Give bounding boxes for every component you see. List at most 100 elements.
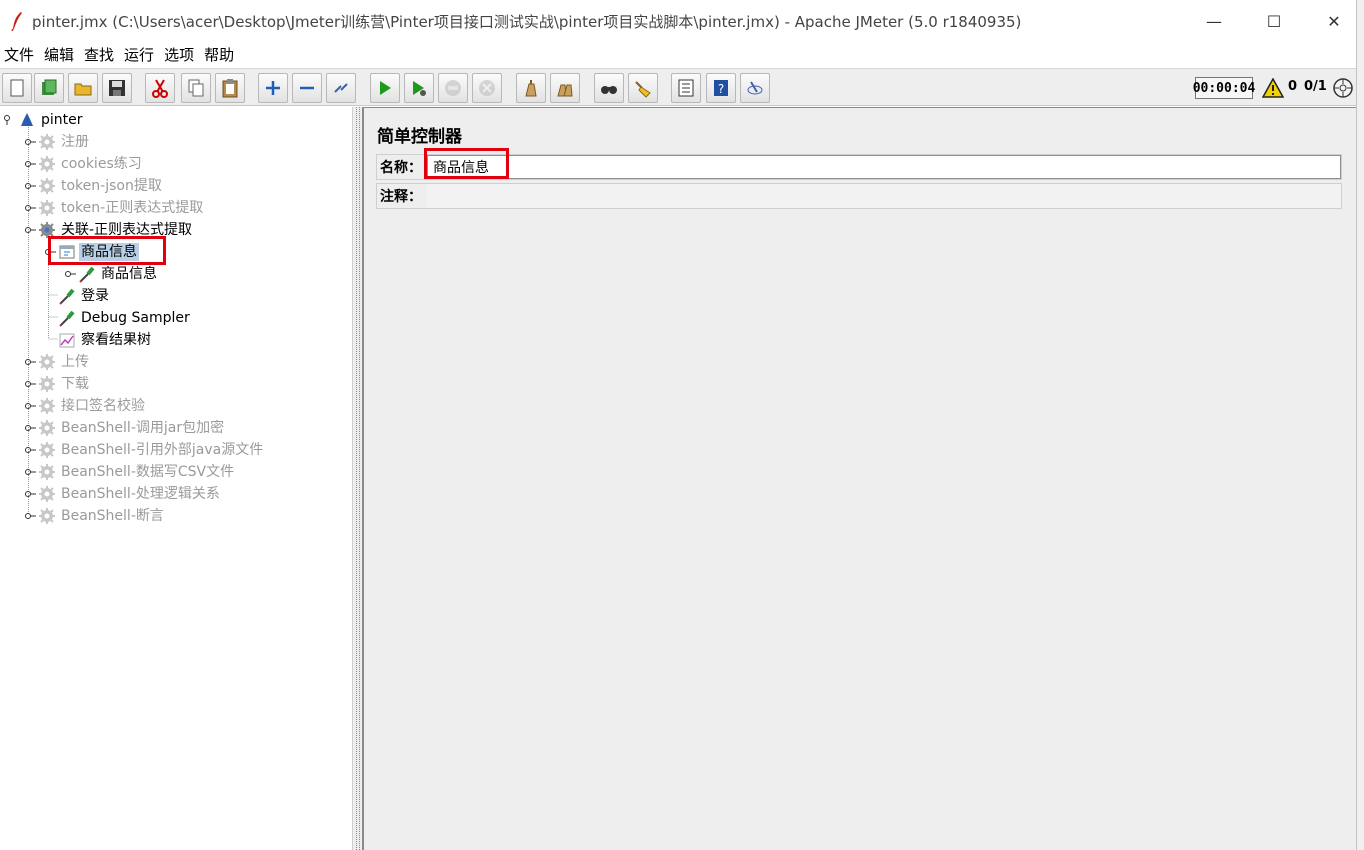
- tree-item[interactable]: cookies练习: [24, 153, 144, 175]
- expand-all-button[interactable]: [258, 73, 288, 103]
- tree-item[interactable]: BeanShell-引用外部java源文件: [24, 439, 265, 461]
- tree-item[interactable]: 商品信息: [44, 241, 139, 263]
- tree-item-label: 关联-正则表达式提取: [61, 222, 193, 238]
- collapsed-handle-icon[interactable]: [24, 467, 38, 477]
- comment-field[interactable]: [427, 184, 1341, 208]
- collapsed-handle-icon[interactable]: [24, 401, 38, 411]
- menu-options[interactable]: 选项: [159, 45, 199, 65]
- clear-all-icon: [557, 84, 573, 97]
- tree-item[interactable]: 登录: [44, 285, 111, 307]
- collapsed-handle-icon[interactable]: [24, 445, 38, 455]
- stop-icon: [445, 80, 461, 96]
- stop-button[interactable]: [438, 73, 468, 103]
- thread-group-icon: [38, 177, 56, 195]
- tree-item-label: token-正则表达式提取: [61, 200, 204, 216]
- clear-all-button[interactable]: [550, 73, 580, 103]
- tree-item[interactable]: 接口签名校验: [24, 395, 147, 417]
- menu-search[interactable]: 查找: [79, 45, 119, 65]
- tree-item[interactable]: 商品信息: [64, 263, 159, 285]
- collapsed-handle-icon[interactable]: [24, 225, 38, 235]
- collapsed-handle-icon[interactable]: [24, 137, 38, 147]
- reset-search-button[interactable]: [628, 73, 658, 103]
- thread-group-icon: [38, 133, 56, 151]
- comment-label: 注释：: [380, 189, 422, 205]
- tree-item[interactable]: token-正则表达式提取: [24, 197, 205, 219]
- tree-root-row[interactable]: pinter: [4, 109, 85, 131]
- title-bar: pinter.jmx (C:\Users\acer\Desktop\Jmeter…: [0, 0, 1364, 42]
- simple-controller-icon: [58, 243, 76, 261]
- new-button[interactable]: [2, 73, 32, 103]
- tree-item[interactable]: BeanShell-断言: [24, 505, 166, 527]
- tree-item[interactable]: 关联-正则表达式提取: [24, 219, 194, 241]
- collapsed-handle-icon[interactable]: [24, 511, 38, 521]
- templates-button[interactable]: [34, 73, 64, 103]
- remote-button[interactable]: [740, 73, 770, 103]
- listener-graph-icon: [58, 331, 76, 349]
- collapsed-handle-icon[interactable]: [24, 489, 38, 499]
- menu-bar: 文件 编辑 查找 运行 选项 帮助: [0, 42, 1356, 68]
- copy-button[interactable]: [181, 73, 211, 103]
- tree-item-label: 商品信息: [79, 243, 139, 261]
- start-button[interactable]: [370, 73, 400, 103]
- start-no-pause-button[interactable]: [404, 73, 434, 103]
- save-icon: [109, 80, 125, 96]
- save-button[interactable]: [102, 73, 132, 103]
- test-plan-tree: pinter 注册 cookies练习 token-json提取 token-正则表达…: [0, 107, 352, 850]
- tree-item-label: 察看结果树: [81, 332, 151, 348]
- paste-icon: [222, 79, 238, 98]
- tree-item-label: 上传: [61, 354, 89, 370]
- help-button[interactable]: ?: [706, 73, 736, 103]
- maximize-button[interactable]: ☐: [1244, 0, 1304, 42]
- thread-group-icon: [38, 199, 56, 217]
- reset-search-icon: [635, 81, 651, 98]
- toggle-button[interactable]: [326, 73, 356, 103]
- name-label: 名称：: [380, 160, 422, 176]
- collapsed-handle-icon[interactable]: [24, 357, 38, 367]
- paste-button[interactable]: [215, 73, 245, 103]
- panel-splitter[interactable]: [352, 107, 362, 850]
- tree-item[interactable]: 注册: [24, 131, 91, 153]
- menu-file[interactable]: 文件: [0, 45, 39, 65]
- menu-help[interactable]: 帮助: [199, 45, 239, 65]
- open-button[interactable]: [68, 73, 98, 103]
- function-helper-button[interactable]: [671, 73, 701, 103]
- tree-item[interactable]: token-json提取: [24, 175, 164, 197]
- collapsed-handle-icon[interactable]: [44, 247, 58, 257]
- sampler-pipette-icon: [58, 309, 76, 327]
- collapsed-handle-icon[interactable]: [24, 423, 38, 433]
- collapsed-handle-icon[interactable]: [24, 379, 38, 389]
- tree-item[interactable]: 下载: [24, 373, 91, 395]
- shutdown-button[interactable]: [472, 73, 502, 103]
- close-button[interactable]: ✕: [1304, 0, 1364, 42]
- toggle-icon: [334, 83, 348, 93]
- tree-item[interactable]: 察看结果树: [44, 329, 153, 351]
- tree-item[interactable]: BeanShell-处理逻辑关系: [24, 483, 222, 505]
- thread-group-icon: [38, 397, 56, 415]
- thread-group-icon: [38, 353, 56, 371]
- collapsed-handle-icon[interactable]: [24, 203, 38, 213]
- warning-icon[interactable]: [1262, 78, 1284, 98]
- collapsed-handle-icon[interactable]: [24, 181, 38, 191]
- thread-group-icon: [38, 507, 56, 525]
- collapsed-handle-icon[interactable]: [64, 269, 78, 279]
- clear-button[interactable]: [516, 73, 546, 103]
- menu-edit[interactable]: 编辑: [39, 45, 79, 65]
- tree-item[interactable]: Debug Sampler: [44, 307, 192, 329]
- tree-item-label: 商品信息: [101, 266, 157, 282]
- collapsed-handle-icon[interactable]: [24, 159, 38, 169]
- search-button[interactable]: [594, 73, 624, 103]
- tree-item[interactable]: BeanShell-调用jar包加密: [24, 417, 226, 439]
- sampler-pipette-icon: [78, 265, 96, 283]
- collapse-all-button[interactable]: [292, 73, 322, 103]
- tree-item[interactable]: BeanShell-数据写CSV文件: [24, 461, 236, 483]
- error-count: 0: [1288, 79, 1298, 94]
- cut-button[interactable]: [145, 73, 175, 103]
- tree-item-label: BeanShell-数据写CSV文件: [61, 464, 235, 480]
- tree-item[interactable]: 上传: [24, 351, 91, 373]
- templates-icon: [42, 79, 57, 95]
- name-field[interactable]: 商品信息: [427, 155, 1341, 179]
- expanded-handle-icon[interactable]: [4, 115, 14, 125]
- menu-run[interactable]: 运行: [119, 45, 159, 65]
- simple-controller-panel: 简单控制器 名称： 商品信息 注释：: [362, 107, 1356, 850]
- minimize-button[interactable]: —: [1184, 0, 1244, 42]
